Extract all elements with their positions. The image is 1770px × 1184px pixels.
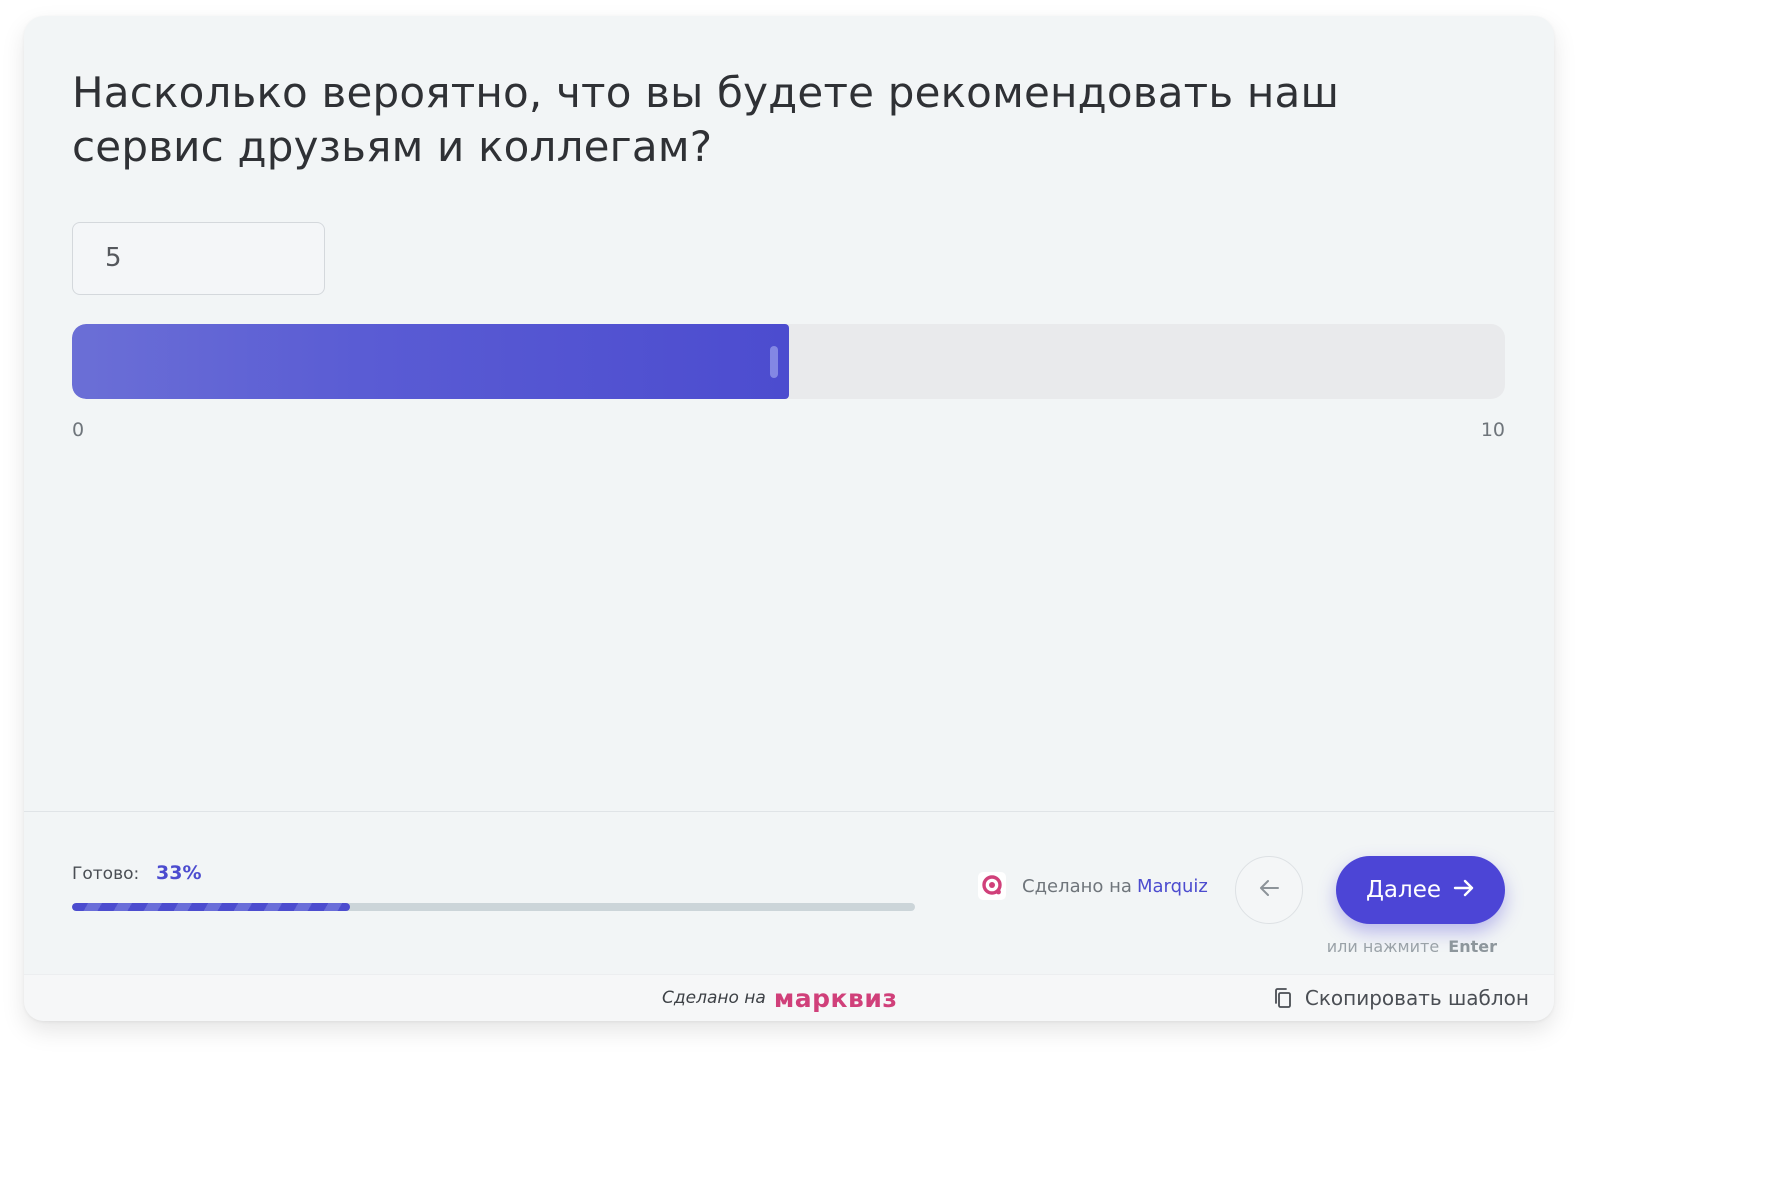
- copy-template-button[interactable]: Скопировать шаблон: [1273, 983, 1529, 1013]
- rating-slider[interactable]: [72, 324, 1505, 399]
- progress-percentage: 33%: [156, 862, 202, 884]
- progress-label: Готово:: [72, 864, 140, 884]
- made-on-marquiz-badge[interactable]: Сделано на Marquiz: [978, 872, 1208, 900]
- enter-hint: или нажмите Enter: [1327, 937, 1497, 956]
- progress-bar-fill: [72, 903, 351, 911]
- enter-key-label: Enter: [1448, 937, 1497, 956]
- quiz-card: Насколько вероятно, что вы будете рекоме…: [24, 16, 1554, 1021]
- slider-value-input[interactable]: 5: [72, 222, 325, 295]
- question-title: Насколько вероятно, что вы будете рекоме…: [72, 68, 1340, 171]
- footer-made-on-marquiz[interactable]: Сделано на марквиз: [662, 983, 897, 1013]
- marquiz-logo-icon: [978, 872, 1006, 900]
- slider-fill: [72, 324, 789, 399]
- slider-min-label: 0: [72, 419, 85, 441]
- next-button-label: Далее: [1365, 877, 1442, 903]
- made-on-text: Сделано на: [1022, 875, 1132, 897]
- marquiz-link[interactable]: Marquiz: [1137, 876, 1208, 897]
- footer-made-on-text: Сделано на: [662, 988, 766, 1008]
- progress-bar: [72, 903, 915, 911]
- arrow-right-icon: [1453, 877, 1475, 903]
- footer-divider: [24, 811, 1554, 812]
- next-button[interactable]: Далее: [1336, 856, 1505, 924]
- slider-max-label: 10: [1480, 419, 1505, 441]
- arrow-left-icon: [1258, 879, 1280, 901]
- slider-handle[interactable]: [769, 346, 778, 378]
- copy-template-label: Скопировать шаблон: [1304, 986, 1529, 1010]
- page-footer: Сделано на марквиз Скопировать шаблон: [24, 974, 1554, 1021]
- marquiz-wordmark: марквиз: [773, 983, 898, 1013]
- back-button[interactable]: [1235, 856, 1303, 924]
- copy-icon: [1273, 987, 1293, 1009]
- enter-hint-text: или нажмите: [1326, 937, 1440, 956]
